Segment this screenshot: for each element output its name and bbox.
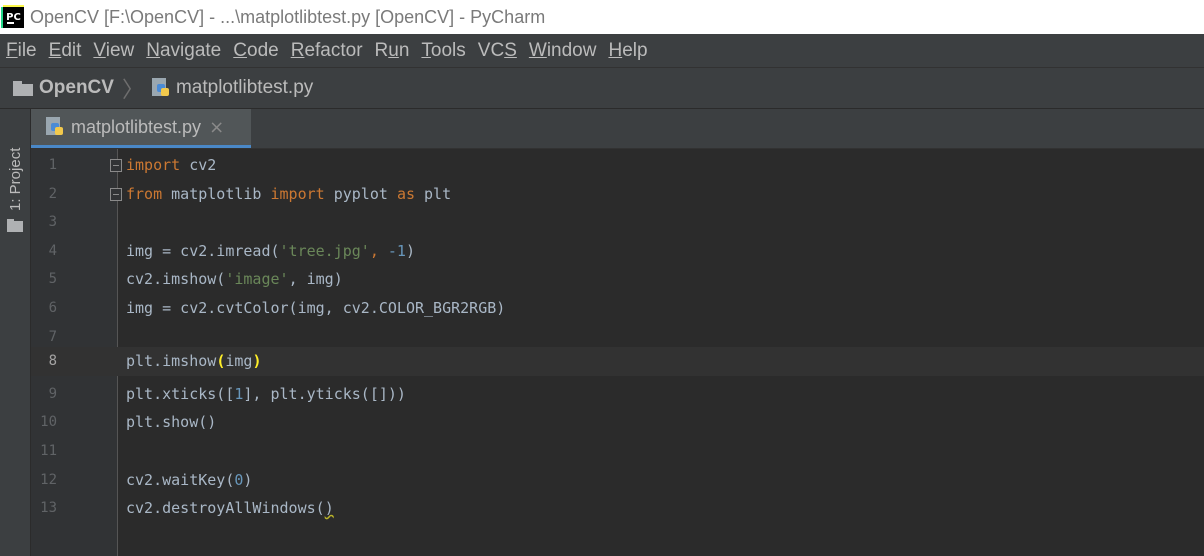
code-line[interactable]: 2 from matplotlib import pyplot as plt [31,180,1204,209]
menu-mnemonic: H [608,39,623,61]
code-line[interactable]: 6 img = cv2.cvtColor(img, cv2.COLOR_BGR2… [31,294,1204,323]
menu-help[interactable]: Help [602,40,653,62]
project-tool-button[interactable]: 1: Project [3,127,27,237]
menu-label-rest: indow [546,39,597,61]
folder-icon [13,80,33,96]
menu-label-rest: ools [430,39,466,61]
editor-tab-bar: matplotlibtest.py × [31,109,1204,149]
breadcrumb-file[interactable]: matplotlibtest.py [176,77,313,99]
menu-code[interactable]: Code [227,40,284,62]
warning-underline: ) [324,499,334,518]
line-number: 6 [48,300,57,316]
code-text: plt.show() [126,413,217,432]
code-text: img = cv2.cvtColor(img, cv2.COLOR_BGR2RG… [126,299,506,317]
line-number: 3 [48,214,57,231]
menu-edit[interactable]: Edit [43,40,88,62]
fold-icon[interactable] [110,159,122,172]
matched-brace: ( [216,352,226,370]
current-code-line[interactable]: 8 plt.imshow(img) [31,347,1204,376]
tab-label: matplotlibtest.py [71,116,202,137]
menu-label-rest: efactor [304,39,363,61]
code-line[interactable]: 9 plt.xticks([1], plt.yticks([])) [31,380,1204,409]
menu-label-rest: elp [622,39,648,61]
fold-icon[interactable] [110,187,122,201]
code-line[interactable]: 11 [31,437,1204,466]
pycharm-logo-icon: PC [3,6,24,28]
menu-window[interactable]: Window [523,40,603,62]
left-tool-strip: 1: Project [0,109,31,556]
menu-run[interactable]: Run [369,40,416,62]
python-file-icon [46,117,64,137]
code-line[interactable]: 4 img = cv2.imread('tree.jpg', -1) [31,237,1204,266]
line-number: 12 [40,471,57,488]
title-bar: PC OpenCV [F:\OpenCV] - ...\matplotlibte… [0,0,1204,34]
menu-navigate[interactable]: Navigate [140,40,227,62]
line-number: 8 [48,353,57,369]
line-number: 9 [48,385,57,402]
close-icon[interactable]: × [209,117,224,138]
code-text: from matplotlib import pyplot as plt [126,184,452,203]
menu-mnemonic: C [233,39,247,61]
menu-mnemonic: N [146,39,160,61]
menu-mnemonic: V [93,39,106,61]
code-text: cv2.destroyAllWindows() [126,499,334,518]
window-title: OpenCV [F:\OpenCV] - ...\matplotlibtest.… [30,6,546,27]
line-number: 1 [48,157,57,173]
breadcrumb-project[interactable]: OpenCV [39,77,114,99]
menu-file[interactable]: File [0,40,43,62]
python-file-icon [151,78,170,98]
menu-bar: File Edit View Navigate Code Refactor Ru… [0,34,1204,68]
menu-label-rest: avigate [159,39,222,61]
menu-label-rest: iew [105,39,135,61]
code-line[interactable]: 13 cv2.destroyAllWindows() [31,494,1204,523]
line-number: 4 [48,242,57,259]
menu-label-rest: dit [61,39,82,61]
code-text: cv2.waitKey(0) [126,470,253,489]
code-text: cv2.imshow('image', img) [126,270,343,289]
line-number: 2 [48,185,57,202]
project-tool-label: 1: Project [7,147,24,211]
code-text: import cv2 [126,156,217,174]
menu-vcs[interactable]: VCS [472,40,523,62]
code-text: plt.xticks([1], plt.yticks([])) [126,384,406,403]
line-number: 13 [40,500,57,517]
code-text: img = cv2.imread('tree.jpg', -1) [126,241,415,260]
menu-mnemonic: E [48,39,62,61]
code-text: plt.imshow(img) [126,352,262,370]
navigation-bar: OpenCV 〉 matplotlibtest.py [0,68,1204,109]
code-line[interactable]: 10 plt.show() [31,408,1204,437]
line-number: 11 [40,443,57,459]
folder-icon [7,219,23,232]
line-number: 10 [40,414,57,431]
menu-tools[interactable]: Tools [415,40,471,62]
matched-brace: ) [252,352,262,370]
menu-mnemonic: W [528,39,547,61]
menu-mnemonic: T [421,39,431,61]
line-number: 5 [48,271,57,288]
code-line[interactable]: 1 import cv2 [31,151,1204,180]
code-line[interactable]: 3 [31,208,1204,237]
code-line[interactable]: 12 cv2.waitKey(0) [31,466,1204,495]
menu-mnemonic: F [6,39,18,61]
code-line[interactable]: 5 cv2.imshow('image', img) [31,265,1204,294]
menu-label-rest: ile [17,39,37,61]
menu-mnemonic: R [290,39,305,61]
tab-matplotlibtest[interactable]: matplotlibtest.py × [31,109,251,148]
menu-view[interactable]: View [87,40,140,62]
breadcrumb-separator: 〉 [121,77,144,102]
menu-label-rest: ode [247,39,279,61]
code-editor[interactable]: 1 import cv2 2 from matplotlib import py… [31,149,1204,556]
menu-refactor[interactable]: Refactor [285,40,369,62]
